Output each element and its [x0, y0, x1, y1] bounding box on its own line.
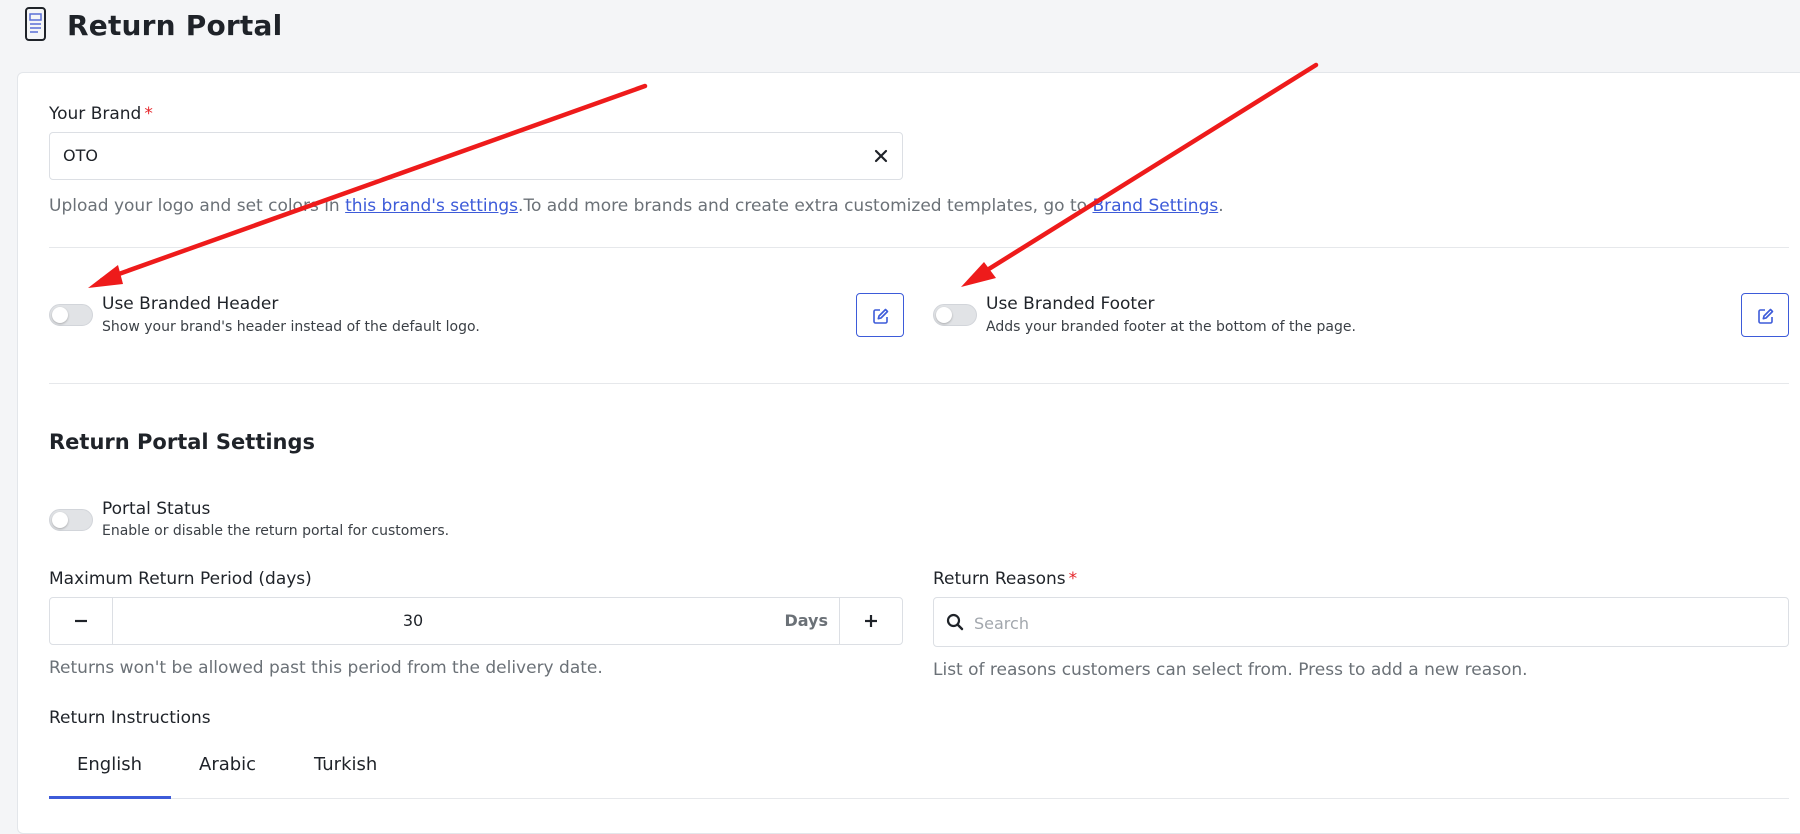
- tab-english[interactable]: English: [77, 753, 142, 777]
- return-reasons-label-text: Return Reasons: [933, 569, 1066, 589]
- toggle-knob: [52, 512, 68, 528]
- plus-icon: [865, 615, 877, 627]
- return-reasons-search: [933, 597, 1789, 647]
- page-header: Return Portal: [0, 0, 1800, 62]
- edit-icon: [1758, 308, 1774, 324]
- return-period-value[interactable]: 30: [113, 598, 713, 644]
- increment-button[interactable]: [839, 598, 902, 644]
- portal-status-toggle[interactable]: [49, 509, 93, 531]
- page-title: Return Portal: [67, 9, 283, 42]
- brand-help-prefix: Upload your logo and set colors in: [49, 196, 346, 216]
- tab-turkish[interactable]: Turkish: [314, 753, 377, 777]
- active-tab-indicator: [49, 796, 171, 799]
- required-mark: *: [1068, 569, 1078, 589]
- return-instructions-label: Return Instructions: [49, 708, 211, 728]
- divider: [49, 247, 1789, 248]
- toggle-knob: [52, 307, 68, 323]
- toggle-knob: [936, 307, 952, 323]
- brand-help-text: Upload your logo and set colors in this …: [49, 195, 1224, 217]
- edit-branded-footer-button[interactable]: [1741, 293, 1789, 337]
- return-reasons-label: Return Reasons *: [933, 568, 1077, 590]
- branded-footer-title: Use Branded Footer: [986, 294, 1155, 314]
- brand-select-value: OTO: [63, 146, 98, 165]
- search-input[interactable]: [972, 608, 1756, 638]
- language-tabs: English Arabic Turkish: [49, 745, 1789, 799]
- max-return-period-stepper: 30 Days: [49, 597, 903, 645]
- branded-footer-description: Adds your branded footer at the bottom o…: [986, 319, 1356, 335]
- return-period-unit: Days: [784, 611, 828, 630]
- branded-footer-toggle[interactable]: [933, 304, 977, 326]
- branded-header-description: Show your brand's header instead of the …: [102, 319, 480, 335]
- minus-icon: [75, 619, 87, 623]
- brand-help-suffix: .: [1218, 196, 1224, 216]
- branded-header-toggle[interactable]: [49, 304, 93, 326]
- section-title: Return Portal Settings: [49, 430, 316, 454]
- edit-icon: [873, 308, 889, 324]
- mobile-page-icon: [24, 6, 48, 42]
- search-icon: [946, 613, 964, 631]
- branded-header-title: Use Branded Header: [102, 294, 279, 314]
- portal-status-title: Portal Status: [102, 499, 211, 519]
- tabs-divider: [49, 798, 1789, 799]
- edit-branded-header-button[interactable]: [856, 293, 904, 337]
- brand-settings-page-link[interactable]: Brand Settings: [1092, 196, 1218, 216]
- brand-help-middle: .To add more brands and create extra cus…: [518, 196, 1093, 216]
- brand-settings-link[interactable]: this brand's settings: [345, 196, 518, 216]
- return-period-help: Returns won't be allowed past this perio…: [49, 658, 603, 678]
- max-return-period-label: Maximum Return Period (days): [49, 569, 312, 589]
- brand-label-text: Your Brand: [49, 104, 142, 124]
- return-reasons-help: List of reasons customers can select fro…: [933, 660, 1528, 680]
- decrement-button[interactable]: [50, 598, 113, 644]
- required-mark: *: [144, 104, 153, 124]
- brand-select[interactable]: OTO: [49, 132, 903, 180]
- tab-arabic[interactable]: Arabic: [199, 753, 256, 777]
- divider: [49, 383, 1789, 384]
- close-icon[interactable]: [870, 145, 892, 167]
- brand-label: Your Brand *: [49, 103, 153, 125]
- portal-status-description: Enable or disable the return portal for …: [102, 523, 450, 539]
